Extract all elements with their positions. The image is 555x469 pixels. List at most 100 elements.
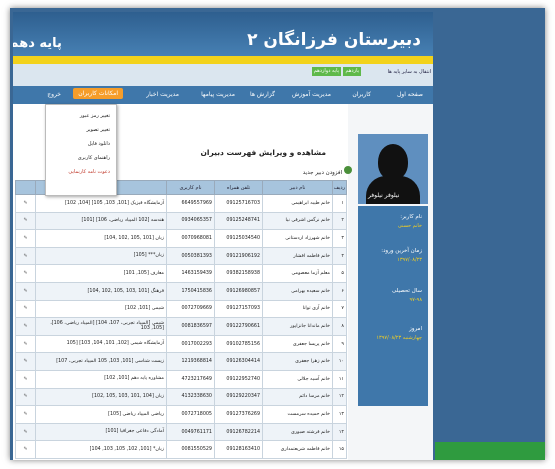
- cell-teacher-name: خانم مرسا دائم: [262, 387, 333, 407]
- user-tools-dropdown: تغییر رمز عبور تغییر تصویر دانلود فایل ر…: [45, 104, 117, 196]
- last-login-label: زمان آخرین ورود:: [381, 248, 422, 254]
- profile-photo: نیلوفر نیلوفر: [358, 134, 428, 204]
- table-row: ۷ خانم آری توانا 09127157093 0072709669 شیمی…: [15, 299, 347, 319]
- cell-lessons: شیمی [المپیاد تجربی، 107، 104] [المپیاد …: [35, 317, 167, 336]
- main-nav: صفحه اول کاربران مدیریت آموزش گزارش ها م…: [13, 86, 433, 104]
- cell-teacher-name: خانم فاطمه شریعتمداری: [262, 440, 333, 459]
- edit-pencil-icon[interactable]: ✎: [15, 281, 36, 301]
- cell-mobile: 09127157093: [214, 299, 263, 319]
- cell-teacher-name: خانم زهرا جعفری: [262, 352, 333, 371]
- cell-row-number: ۲: [332, 211, 347, 231]
- profile-name-caption: نیلوفر نیلوفر: [368, 192, 400, 199]
- silhouette-body: [366, 176, 420, 204]
- username-value: خانم حسنی: [397, 223, 422, 229]
- edit-pencil-icon[interactable]: ✎: [15, 334, 36, 354]
- school-year-value: ۹۷-۹۸: [409, 297, 422, 303]
- table-row: ۱ خانم طیبه ابراهیمی 09125716703 6649557969…: [15, 194, 347, 213]
- menu-item-change-photo[interactable]: تغییر تصویر: [86, 127, 110, 133]
- edit-pencil-icon[interactable]: ✎: [15, 246, 36, 266]
- nav-education[interactable]: مدیریت آموزش: [292, 91, 331, 98]
- nav-users[interactable]: کاربران: [352, 91, 371, 98]
- add-user-icon[interactable]: [344, 166, 352, 174]
- cell-lessons: آزمایشگاه شیمی [102, 101, 104, 103] [105: [35, 334, 167, 354]
- edit-pencil-icon[interactable]: ✎: [15, 422, 36, 442]
- cell-lessons: مشاوره پایه دهم [101, 102]: [35, 369, 167, 389]
- table-row: ۸ خانم ماندانا جانزاپور 09122790661 0081836…: [15, 317, 347, 336]
- menu-item-change-password[interactable]: تغییر رمز عبور: [80, 113, 110, 119]
- cell-lessons: ریاضی المپیاد ریاضی [105]: [35, 405, 167, 424]
- cell-username: 0050381393: [166, 246, 215, 266]
- grade-label: پایه دهم: [13, 36, 62, 51]
- screenshot-frame: دبیرستان فرزانگان ۲ پایه دهم انتقال به س…: [10, 8, 545, 460]
- edit-pencil-icon[interactable]: ✎: [15, 229, 36, 248]
- col-header-teacher-name: نام دبیر: [262, 180, 333, 195]
- cell-row-number: ۱۱: [332, 369, 347, 389]
- cell-username: 4132338630: [166, 387, 215, 407]
- cell-row-number: ۱۲: [332, 387, 347, 407]
- cell-lessons: [104, 102, 105, 101] زبان: [35, 229, 167, 248]
- today-label: امروز: [409, 326, 422, 332]
- grade-11-button[interactable]: یازدهم: [343, 67, 361, 76]
- cell-teacher-name: خانم طیبه ابراهیمی: [262, 194, 333, 213]
- cell-username: 0070968081: [166, 229, 215, 248]
- last-login-value: ۱۳۹۷/۰۸/۲۳: [397, 257, 422, 263]
- edit-pencil-icon[interactable]: ✎: [15, 264, 36, 283]
- edit-pencil-icon[interactable]: ✎: [15, 211, 36, 231]
- cell-mobile: 09122952740: [214, 369, 263, 389]
- menu-item-download-file[interactable]: دانلود فایل: [88, 141, 110, 147]
- cell-row-number: ۵: [332, 264, 347, 283]
- cell-username: 0081836597: [166, 317, 215, 336]
- menu-item-user-guide[interactable]: راهنمای کاربری: [78, 155, 110, 161]
- profile-info-box: نام کاربر: خانم حسنی زمان آخرین ورود: ۱۳…: [358, 206, 428, 406]
- cell-mobile: 09382158938: [214, 264, 263, 283]
- cell-lessons: آمادگی دفاعی جغرافیا [101]: [35, 422, 167, 442]
- cell-row-number: ۶: [332, 281, 347, 301]
- nav-news[interactable]: مدیریت اخبار: [146, 91, 179, 98]
- edit-pencil-icon[interactable]: ✎: [15, 369, 36, 389]
- nav-logout[interactable]: خروج: [47, 91, 61, 98]
- table-row: ۱۵ خانم فاطمه شریعتمداری 09128163410 008155…: [15, 440, 347, 459]
- cell-teacher-name: خانم پریسا جعفری: [262, 334, 333, 354]
- school-year-label: سال تحصیلی: [392, 288, 422, 294]
- edit-pencil-icon[interactable]: ✎: [15, 387, 36, 407]
- cell-teacher-name: خانم فرشته صبوری: [262, 422, 333, 442]
- corner-green-bar: [435, 442, 545, 460]
- cell-row-number: ۳: [332, 229, 347, 248]
- table-row: ۱۴ خانم فرشته صبوری 09126782214 0049761171 آ…: [15, 422, 347, 442]
- nav-reports[interactable]: گزارش ها: [250, 91, 275, 98]
- cell-row-number: ۹: [332, 334, 347, 354]
- page-title: مشاهده و ویرایش فهرست دبیران: [200, 148, 327, 157]
- cell-teacher-name: خانم سعیده بهرامی: [262, 281, 333, 301]
- cell-teacher-name: خانم نرگس اشرفی نیا: [262, 211, 333, 231]
- cell-lessons: هندسه [102 المپیاد ریاضی، 106] [101]: [35, 211, 167, 231]
- edit-pencil-icon[interactable]: ✎: [15, 194, 36, 213]
- edit-pencil-icon[interactable]: ✎: [15, 440, 36, 459]
- teachers-table: ردیف نام دبیر تلفن همراه نام کاربری دروس…: [15, 180, 347, 459]
- cell-row-number: ۱۵: [332, 440, 347, 459]
- table-row: ۶ خانم سعیده بهرامی 09126980857 1750415836[…: [15, 281, 347, 301]
- col-header-username: نام کاربری: [166, 180, 215, 195]
- nav-messages[interactable]: مدیریت پیامها: [201, 91, 235, 98]
- table-row: ۱۳ خانم حمیده سرمست 09127376269 0072718005 ر…: [15, 405, 347, 424]
- cell-row-number: ۱۴: [332, 422, 347, 442]
- cell-mobile: 09125716703: [214, 194, 263, 213]
- site-title: دبیرستان فرزانگان ۲: [247, 30, 421, 50]
- cell-mobile: 09121906192: [214, 246, 263, 266]
- profile-sidebar: نیلوفر نیلوفر نام کاربر: خانم حسنی زمان …: [358, 134, 431, 460]
- grade-12-button[interactable]: پایه دوازدهم: [311, 67, 341, 76]
- table-row: ۱۲ خانم مرسا دائم 09129220347 4132338630 [10…: [15, 387, 347, 407]
- table-row: ۱۱ خانم آسیه جلالی 09122952740 4723217649 مش…: [15, 369, 347, 389]
- cell-mobile: 09125034540: [214, 229, 263, 248]
- edit-pencil-icon[interactable]: ✎: [15, 299, 36, 319]
- cell-teacher-name: خانم آسیه جلالی: [262, 369, 333, 389]
- edit-pencil-icon[interactable]: ✎: [15, 317, 36, 336]
- nav-user-tools[interactable]: امکانات کاربران: [73, 88, 123, 99]
- edit-pencil-icon[interactable]: ✎: [15, 405, 36, 424]
- menu-item-invitation[interactable]: دعوت نامه کارنمایی: [68, 169, 110, 175]
- cell-lessons: زبان* [101, 102, 105, 103, 104]: [35, 440, 167, 459]
- cell-teacher-name: معلم آزما معصومی: [262, 264, 333, 283]
- add-teacher-link[interactable]: افزودن دبیر جدید: [303, 170, 342, 176]
- table-row: ۳ خانم شهرزاد اردستانی 09125034540 00709680…: [15, 229, 347, 248]
- edit-pencil-icon[interactable]: ✎: [15, 352, 36, 371]
- nav-home[interactable]: صفحه اول: [397, 91, 423, 98]
